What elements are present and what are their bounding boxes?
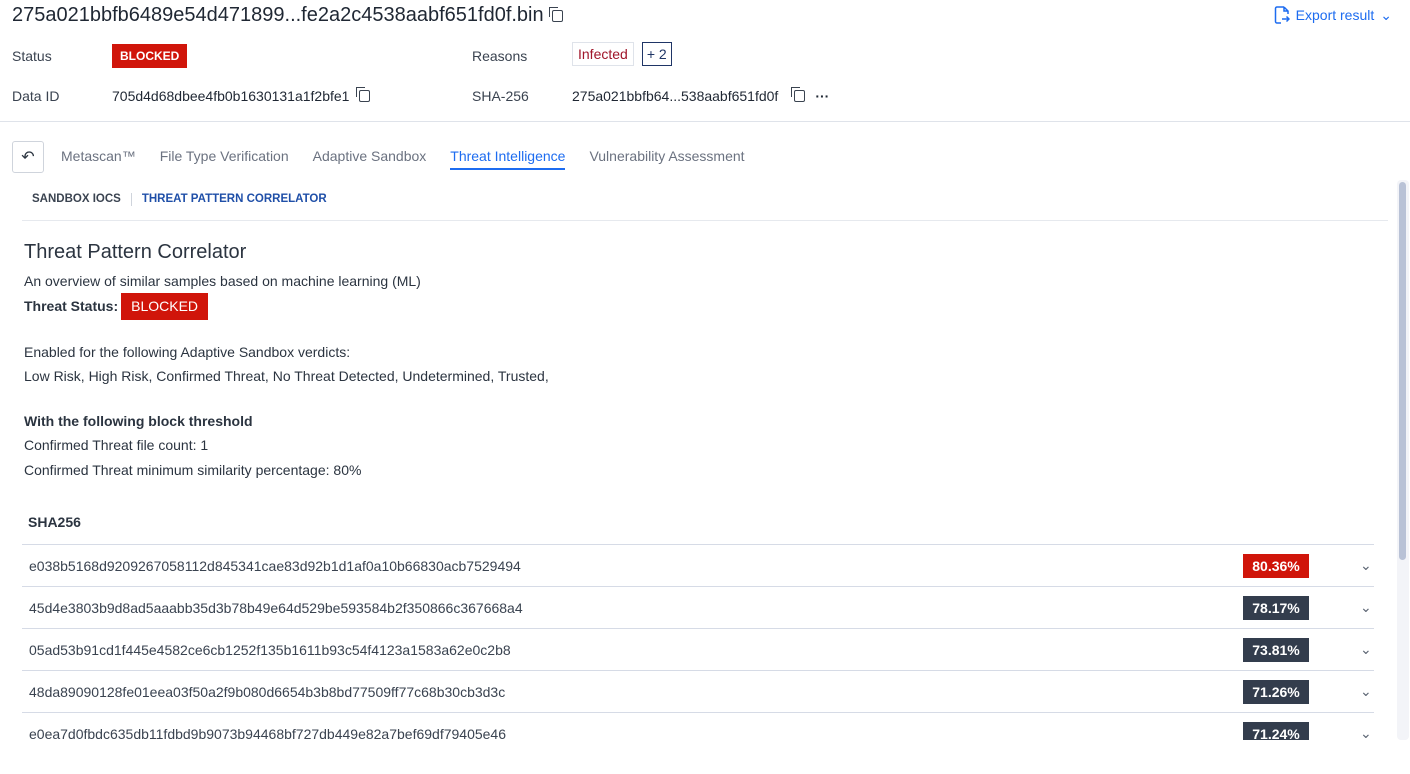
sha-value: 275a021bbfb64...538aabf651fd0f xyxy=(572,88,779,104)
export-result-button[interactable]: Export result ⌄ xyxy=(1274,6,1392,24)
subtab-sandbox-iocs[interactable]: SANDBOX IOCS xyxy=(32,193,121,206)
copy-icon[interactable] xyxy=(548,6,563,22)
table-row[interactable]: e038b5168d9209267058112d845341cae83d92b1… xyxy=(22,544,1374,586)
enabled-text: Enabled for the following Adaptive Sandb… xyxy=(24,343,351,360)
sha-cell: e038b5168d9209267058112d845341cae83d92b1… xyxy=(29,557,521,574)
chevron-down-icon[interactable]: ⌄ xyxy=(1360,725,1372,740)
table-row[interactable]: 45d4e3803b9d8ad5aaabb35d3b78b49e64d529be… xyxy=(22,586,1374,628)
threat-status-label: Threat Status: xyxy=(24,298,119,314)
more-reasons-button[interactable]: + 2 xyxy=(641,42,672,66)
tab-adaptive-sandbox[interactable]: Adaptive Sandbox xyxy=(313,148,427,170)
correlator-section: Threat Pattern Correlator An overview of… xyxy=(24,240,549,482)
similarity-badge: 71.26% xyxy=(1243,679,1309,704)
threat-status-badge: BLOCKED xyxy=(121,293,209,320)
status-label: Status xyxy=(12,48,52,64)
sha-cell: 45d4e3803b9d8ad5aaabb35d3b78b49e64d529be… xyxy=(29,599,523,616)
chevron-down-icon[interactable]: ⌄ xyxy=(1360,599,1372,616)
reasons-label: Reasons xyxy=(472,48,528,64)
divider xyxy=(130,193,132,206)
undo-icon: ↶ xyxy=(21,149,35,166)
table-row[interactable]: 05ad53b91cd1f445e4582ce6cb1252f135b1611b… xyxy=(22,628,1374,670)
chevron-down-icon[interactable]: ⌄ xyxy=(1360,557,1372,574)
similarity-badge: 71.24% xyxy=(1243,721,1309,740)
export-file-icon xyxy=(1274,6,1290,24)
sha-cell: 48da89090128fe01eea03f50a2f9b080d6654b3b… xyxy=(29,683,506,700)
sha-cell: e0ea7d0fbdc635db11fdbd9b9073b94468bf727d… xyxy=(29,725,507,741)
section-subtitle: An overview of similar samples based on … xyxy=(24,272,421,289)
min-similarity: Confirmed Threat minimum similarity perc… xyxy=(24,461,362,478)
section-title: Threat Pattern Correlator xyxy=(24,241,247,263)
tab-file-type-verification[interactable]: File Type Verification xyxy=(160,148,289,170)
subtab-bar: SANDBOX IOCS THREAT PATTERN CORRELATOR xyxy=(32,193,327,206)
scrollbar[interactable] xyxy=(1397,180,1409,740)
similarity-badge: 73.81% xyxy=(1243,637,1309,662)
subtab-threat-pattern-correlator[interactable]: THREAT PATTERN CORRELATOR xyxy=(142,193,327,206)
column-header-sha256: SHA256 xyxy=(28,514,81,530)
divider xyxy=(22,220,1388,221)
sha-cell: 05ad53b91cd1f445e4582ce6cb1252f135b1611b… xyxy=(29,641,511,658)
similarity-badge: 80.36% xyxy=(1243,553,1309,578)
data-id-value: 705d4d68dbee4fb0b1630131a1f2bfe1 xyxy=(112,88,350,104)
data-id-label: Data ID xyxy=(12,88,60,104)
more-icon[interactable]: ··· xyxy=(815,88,829,104)
chevron-down-icon[interactable]: ⌄ xyxy=(1360,641,1372,658)
divider xyxy=(0,121,1410,122)
tab-metascan[interactable]: Metascan™ xyxy=(61,148,136,170)
back-button[interactable]: ↶ xyxy=(12,141,44,173)
scrollbar-thumb[interactable] xyxy=(1399,182,1406,560)
file-count: Confirmed Threat file count: 1 xyxy=(24,437,209,453)
file-title: 275a021bbfb6489e54d471899...fe2a2c4538aa… xyxy=(12,4,563,27)
table-row[interactable]: e0ea7d0fbdc635db11fdbd9b9073b94468bf727d… xyxy=(22,712,1374,740)
sha-label: SHA-256 xyxy=(472,88,529,104)
tab-vulnerability-assessment[interactable]: Vulnerability Assessment xyxy=(589,148,744,170)
copy-icon[interactable] xyxy=(356,87,371,102)
tab-bar: Metascan™ File Type Verification Adaptiv… xyxy=(61,148,745,170)
reason-badge: Infected xyxy=(572,42,634,66)
threshold-heading: With the following block threshold xyxy=(24,412,253,429)
verdicts-list: Low Risk, High Risk, Confirmed Threat, N… xyxy=(24,368,549,384)
copy-icon[interactable] xyxy=(791,87,806,102)
export-label: Export result xyxy=(1295,7,1375,23)
similarity-badge: 78.17% xyxy=(1243,595,1309,620)
similar-samples-table: e038b5168d9209267058112d845341cae83d92b1… xyxy=(22,544,1374,740)
status-badge: BLOCKED xyxy=(112,44,188,68)
chevron-down-icon: ⌄ xyxy=(1380,6,1392,23)
file-name: 275a021bbfb6489e54d471899...fe2a2c4538aa… xyxy=(12,4,544,26)
tab-threat-intelligence[interactable]: Threat Intelligence xyxy=(450,148,566,170)
chevron-down-icon[interactable]: ⌄ xyxy=(1360,683,1372,700)
table-row[interactable]: 48da89090128fe01eea03f50a2f9b080d6654b3b… xyxy=(22,670,1374,712)
